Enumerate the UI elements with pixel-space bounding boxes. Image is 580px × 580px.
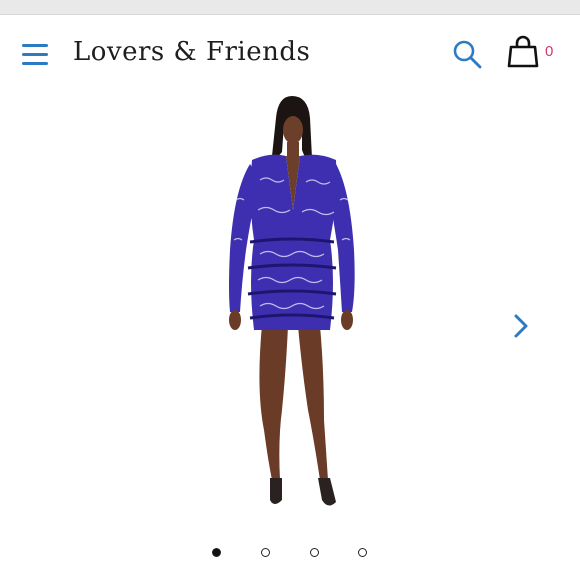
menu-button[interactable] — [18, 41, 52, 67]
pagination-dot-4[interactable] — [358, 548, 367, 557]
shopping-bag-icon — [507, 35, 539, 68]
pagination-dot-1[interactable] — [212, 548, 221, 557]
cart-button[interactable] — [506, 35, 540, 71]
product-photo — [229, 96, 355, 506]
pagination-dot-3[interactable] — [310, 548, 319, 557]
chevron-right-icon — [514, 314, 528, 338]
pagination-dot-2[interactable] — [261, 548, 270, 557]
site-header: Lovers & Friends 0 — [0, 15, 580, 90]
product-image-carousel[interactable] — [0, 90, 580, 535]
carousel-pagination — [0, 548, 580, 564]
next-image-button[interactable] — [508, 312, 534, 340]
browser-top-strip — [0, 0, 580, 15]
search-icon — [453, 40, 482, 69]
search-button[interactable] — [450, 37, 484, 71]
cart-count-badge: 0 — [545, 43, 554, 60]
brand-logo[interactable]: Lovers & Friends — [73, 37, 310, 67]
